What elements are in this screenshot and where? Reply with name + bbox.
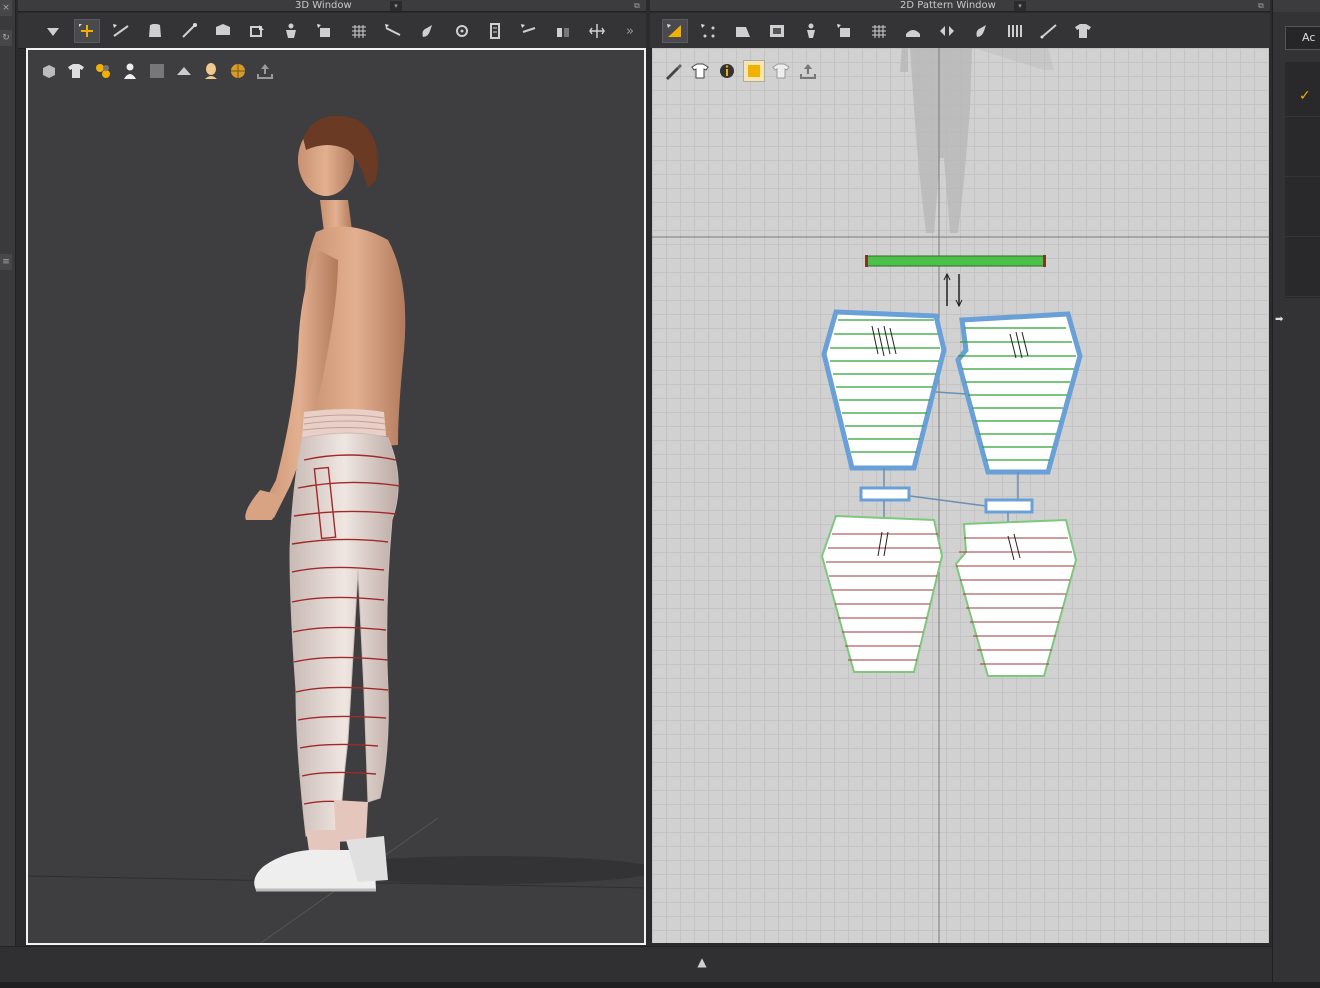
free-sewing-icon[interactable] <box>968 19 994 43</box>
2d-pattern-viewport[interactable] <box>652 48 1269 943</box>
pattern-piece-front-left[interactable] <box>821 309 947 471</box>
line-tool-icon[interactable] <box>1036 19 1062 43</box>
refresh-icon[interactable]: ↻ <box>0 30 12 46</box>
3d-window-title: 3D Window <box>295 0 352 11</box>
internal-shape-icon[interactable] <box>798 19 824 43</box>
list-icon[interactable]: ≡ <box>0 254 12 270</box>
pattern-canvas <box>652 48 1269 943</box>
pressure-icon[interactable] <box>584 19 610 43</box>
popout-icon[interactable]: ⧉ <box>634 0 644 12</box>
pattern-piece-front-right[interactable] <box>955 311 1083 475</box>
object-browser-panel: Ac ✓ ➡ <box>1272 0 1320 988</box>
select-move-icon[interactable] <box>40 19 66 43</box>
2d-toolbar <box>650 13 1270 49</box>
avatar-silhouette <box>900 48 1054 233</box>
collapse-panel-button[interactable]: ▲ <box>692 955 712 971</box>
right-panel-tab[interactable]: Ac <box>1285 26 1320 50</box>
pattern-piece-back-right[interactable] <box>954 518 1078 677</box>
cuff-piece-right[interactable] <box>984 498 1034 514</box>
arrange-points-icon[interactable] <box>312 19 338 43</box>
3d-window-titlebar: 3D Window ▾ ⧉ <box>18 0 646 12</box>
garment-icon[interactable] <box>142 19 168 43</box>
bottom-strip <box>0 982 1320 988</box>
list-item[interactable] <box>1285 182 1320 237</box>
reset-icon[interactable] <box>244 19 270 43</box>
left-dock-strip: × ↻ ≡ <box>0 0 16 988</box>
3d-window-dropdown[interactable]: ▾ <box>390 1 402 11</box>
toolbar-overflow-button[interactable]: » <box>620 19 640 43</box>
2d-window-dropdown[interactable]: ▾ <box>1014 1 1026 11</box>
2d-window-titlebar: 2D Pattern Window ▾ ⧉ <box>650 0 1270 12</box>
fold-arrange-icon[interactable] <box>210 19 236 43</box>
right-panel-titlebar <box>1273 0 1320 12</box>
seam-icon[interactable] <box>832 19 858 43</box>
shirt-icon[interactable] <box>1070 19 1096 43</box>
expand-arrow-icon[interactable]: ➡ <box>1275 314 1289 328</box>
list-item[interactable] <box>1285 122 1320 177</box>
transform-pattern-icon[interactable] <box>662 19 688 43</box>
rectangle-icon[interactable] <box>764 19 790 43</box>
close-button[interactable]: × <box>0 0 12 16</box>
popout-icon[interactable]: ⧉ <box>1258 0 1268 12</box>
bottom-bar: ▲ <box>0 946 1272 982</box>
tack-icon[interactable] <box>176 19 202 43</box>
brush-icon[interactable] <box>414 19 440 43</box>
waistband-piece[interactable] <box>865 255 1045 267</box>
polygon-icon[interactable] <box>730 19 756 43</box>
cuff-piece-left[interactable] <box>859 486 911 502</box>
flip-icon[interactable] <box>934 19 960 43</box>
edit-points-icon[interactable] <box>696 19 722 43</box>
size-measure-icon[interactable] <box>482 19 508 43</box>
list-item[interactable] <box>1285 242 1320 297</box>
2d-window-title: 2D Pattern Window <box>900 0 996 11</box>
edit-line-icon[interactable] <box>108 19 134 43</box>
3d-viewport[interactable] <box>26 48 646 945</box>
pin-icon[interactable] <box>448 19 474 43</box>
avatar-scene <box>28 115 644 943</box>
pattern-piece-back-left[interactable] <box>820 514 944 673</box>
checkmark-icon: ✓ <box>1299 88 1311 104</box>
3d-toolbar: » <box>18 13 646 49</box>
cut-tool-icon[interactable] <box>550 19 576 43</box>
flatten-icon[interactable] <box>516 19 542 43</box>
transform-icon[interactable] <box>74 19 100 43</box>
grid-fill-icon[interactable] <box>866 19 892 43</box>
mesh-icon[interactable] <box>346 19 372 43</box>
trace-icon[interactable] <box>900 19 926 43</box>
avatar-arrange-icon[interactable] <box>278 19 304 43</box>
segment-sewing-icon[interactable] <box>1002 19 1028 43</box>
grain-arrows <box>946 274 960 306</box>
sewing-edit-icon[interactable] <box>380 19 406 43</box>
